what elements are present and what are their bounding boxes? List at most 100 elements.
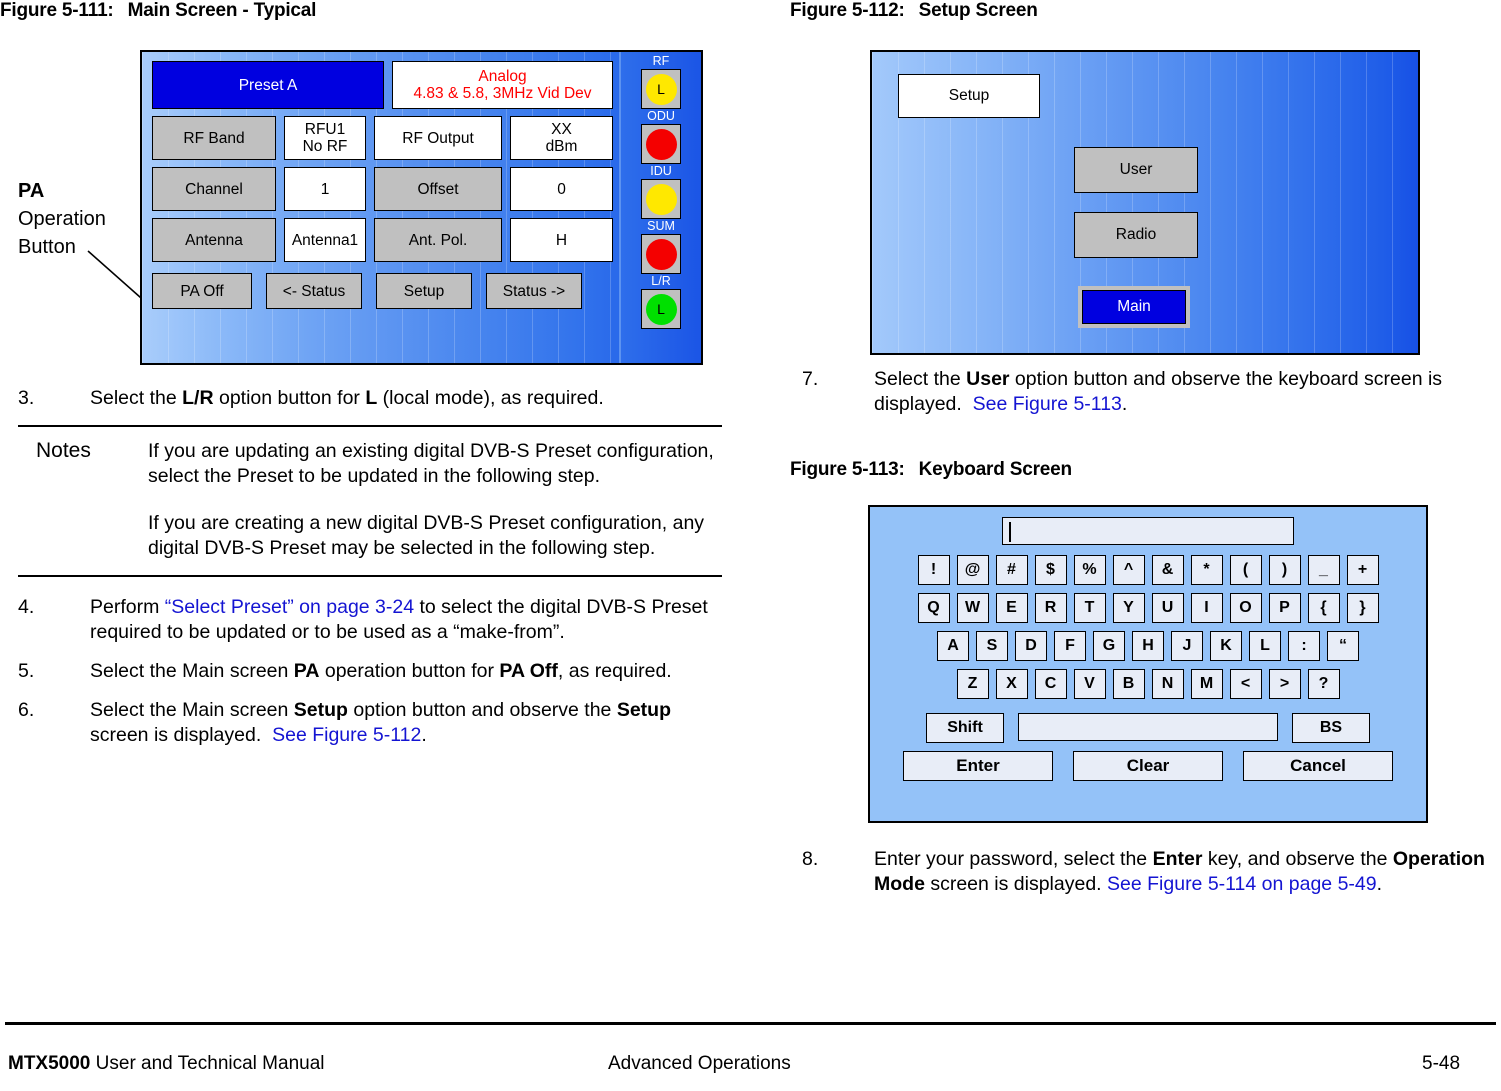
lamp-sum <box>645 238 677 270</box>
channel-value[interactable]: 1 <box>284 167 366 211</box>
figure-5-111-image: PA Operation Button Preset A Analog 4.83… <box>0 22 740 365</box>
key-p[interactable]: P <box>1268 593 1301 623</box>
offset-value[interactable]: 0 <box>510 167 613 211</box>
footer-product-name: MTX5000 <box>8 1053 91 1074</box>
rf-output-label-button[interactable]: RF Output <box>374 116 502 160</box>
key-less-than[interactable]: < <box>1229 669 1262 699</box>
key-hash[interactable]: # <box>995 555 1028 585</box>
key-underscore[interactable]: _ <box>1307 555 1340 585</box>
key-r[interactable]: R <box>1034 593 1067 623</box>
key-l[interactable]: L <box>1249 631 1281 661</box>
main-screen-row-actions: PA Off <- Status Setup Status -> <box>152 269 613 309</box>
step-4-number: 4. <box>18 596 35 618</box>
figure-5-112-number: Figure 5-112: <box>790 0 905 21</box>
password-input[interactable] <box>1002 517 1294 545</box>
antenna-value[interactable]: Antenna1 <box>284 218 366 262</box>
key-d[interactable]: D <box>1015 631 1047 661</box>
main-option-button[interactable]: Main <box>1078 286 1190 328</box>
key-n[interactable]: N <box>1151 669 1184 699</box>
key-x[interactable]: X <box>995 669 1028 699</box>
channel-label-button[interactable]: Channel <box>152 167 276 211</box>
step-6: 6. Select the Main screen Setup option b… <box>18 698 722 748</box>
annotation-line-2: Operation <box>18 208 106 230</box>
antenna-polarisation-label-button[interactable]: Ant. Pol. <box>374 218 502 262</box>
step-8-number: 8. <box>802 848 819 870</box>
key-f[interactable]: F <box>1054 631 1086 661</box>
key-t[interactable]: T <box>1073 593 1106 623</box>
key-greater-than[interactable]: > <box>1268 669 1301 699</box>
indicator-label-idu: IDU <box>650 164 672 178</box>
main-screen-row-preset: Preset A Analog 4.83 & 5.8, 3MHz Vid Dev <box>152 61 613 109</box>
key-paren-close[interactable]: ) <box>1268 555 1301 585</box>
rf-output-value-line1: XX <box>551 121 572 138</box>
key-h[interactable]: H <box>1132 631 1164 661</box>
key-z[interactable]: Z <box>956 669 989 699</box>
key-q[interactable]: Q <box>917 593 950 623</box>
status-prev-button[interactable]: <- Status <box>266 273 362 309</box>
key-space[interactable] <box>1018 713 1278 741</box>
key-enter[interactable]: Enter <box>903 751 1053 781</box>
rf-band-label-button[interactable]: RF Band <box>152 116 276 160</box>
key-plus[interactable]: + <box>1346 555 1379 585</box>
key-cancel[interactable]: Cancel <box>1243 751 1393 781</box>
modulation-status-display: Analog 4.83 & 5.8, 3MHz Vid Dev <box>392 61 613 109</box>
key-o[interactable]: O <box>1229 593 1262 623</box>
key-i[interactable]: I <box>1190 593 1223 623</box>
key-quote[interactable]: “ <box>1327 631 1359 661</box>
user-option-button[interactable]: User <box>1074 147 1198 193</box>
key-colon[interactable]: : <box>1288 631 1320 661</box>
key-shift[interactable]: Shift <box>926 713 1004 743</box>
figure-5-113-title: Keyboard Screen <box>918 459 1072 480</box>
antenna-polarisation-value[interactable]: H <box>510 218 613 262</box>
key-percent[interactable]: % <box>1073 555 1106 585</box>
notes-paragraph-1: If you are updating an existing digital … <box>148 440 714 487</box>
key-g[interactable]: G <box>1093 631 1125 661</box>
key-question[interactable]: ? <box>1307 669 1340 699</box>
notes-box: Notes If you are updating an existing di… <box>18 425 722 577</box>
modulation-type: Analog <box>478 68 527 85</box>
pa-off-button[interactable]: PA Off <box>152 273 252 309</box>
key-s[interactable]: S <box>976 631 1008 661</box>
indicator-label-sum: SUM <box>647 219 675 233</box>
key-j[interactable]: J <box>1171 631 1203 661</box>
key-brace-open[interactable]: { <box>1307 593 1340 623</box>
key-m[interactable]: M <box>1190 669 1223 699</box>
key-paren-open[interactable]: ( <box>1229 555 1262 585</box>
figure-5-112-caption: Figure 5-112: Setup Screen <box>790 0 1501 22</box>
status-next-button[interactable]: Status -> <box>486 273 582 309</box>
setup-button[interactable]: Setup <box>376 273 472 309</box>
keyboard-row-zxcv: Z X C V B N M < > ? <box>882 669 1414 699</box>
preset-button[interactable]: Preset A <box>152 61 384 109</box>
step-3: 3. Select the L/R option button for L (l… <box>18 386 722 411</box>
key-k[interactable]: K <box>1210 631 1242 661</box>
offset-label-button[interactable]: Offset <box>374 167 502 211</box>
keyboard-row-modifiers: Shift BS <box>882 713 1414 743</box>
key-u[interactable]: U <box>1151 593 1184 623</box>
key-v[interactable]: V <box>1073 669 1106 699</box>
step-7: 7. Select the User option button and obs… <box>802 367 1487 417</box>
rf-band-value[interactable]: RFU1 No RF <box>284 116 366 160</box>
key-clear[interactable]: Clear <box>1073 751 1223 781</box>
rf-output-value[interactable]: XX dBm <box>510 116 613 160</box>
antenna-label-button[interactable]: Antenna <box>152 218 276 262</box>
radio-option-button[interactable]: Radio <box>1074 212 1198 258</box>
key-asterisk[interactable]: * <box>1190 555 1223 585</box>
key-w[interactable]: W <box>956 593 989 623</box>
key-e[interactable]: E <box>995 593 1028 623</box>
key-y[interactable]: Y <box>1112 593 1145 623</box>
key-dollar[interactable]: $ <box>1034 555 1067 585</box>
keyboard-row-qwerty: Q W E R T Y U I O P { } <box>882 593 1414 623</box>
key-at[interactable]: @ <box>956 555 989 585</box>
indicator-rf: L <box>641 69 681 109</box>
keyboard-row-asdf: A S D F G H J K L : “ <box>882 631 1414 661</box>
key-brace-close[interactable]: } <box>1346 593 1379 623</box>
main-screen-panel: Preset A Analog 4.83 & 5.8, 3MHz Vid Dev… <box>140 50 703 365</box>
key-backspace[interactable]: BS <box>1292 713 1370 743</box>
key-caret[interactable]: ^ <box>1112 555 1145 585</box>
main-screen-row-rfband: RF Band RFU1 No RF RF Output XX dBm <box>152 116 613 160</box>
key-ampersand[interactable]: & <box>1151 555 1184 585</box>
key-b[interactable]: B <box>1112 669 1145 699</box>
key-a[interactable]: A <box>937 631 969 661</box>
key-exclamation[interactable]: ! <box>917 555 950 585</box>
key-c[interactable]: C <box>1034 669 1067 699</box>
